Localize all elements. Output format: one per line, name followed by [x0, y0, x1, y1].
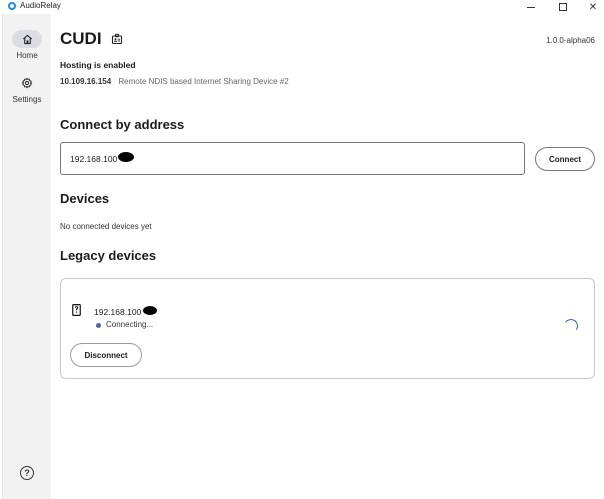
sidebar-item-home-indicator — [12, 30, 42, 48]
redaction-mark — [143, 306, 157, 315]
close-icon: ✕ — [588, 1, 598, 13]
sidebar-item-home[interactable]: Home — [3, 30, 51, 60]
redaction-mark — [118, 152, 134, 162]
gear-icon — [21, 77, 33, 89]
page-title: CUDI — [60, 29, 102, 48]
home-icon — [22, 34, 32, 44]
minimize-button[interactable] — [520, 0, 542, 14]
legacy-device-ip: 192.168.100 — [94, 307, 142, 317]
hosting-status: Hosting is enabled — [60, 60, 136, 70]
window-title: AudioRelay — [20, 1, 61, 10]
help-icon: ? — [24, 468, 30, 478]
sidebar: Home Settings ? — [3, 14, 51, 499]
network-adapter: Remote NDIS based Internet Sharing Devic… — [118, 77, 289, 86]
connect-heading: Connect by address — [60, 117, 185, 132]
minimize-icon — [527, 6, 535, 8]
sidebar-item-label: Settings — [12, 95, 42, 104]
help-button[interactable]: ? — [20, 466, 34, 480]
maximize-button[interactable] — [552, 0, 574, 14]
maximize-icon — [559, 3, 567, 11]
close-button[interactable]: ✕ — [582, 0, 604, 14]
connect-button[interactable]: Connect — [535, 147, 595, 171]
phone-icon — [72, 304, 81, 316]
loading-spinner-icon — [562, 317, 580, 335]
legacy-devices-heading: Legacy devices — [60, 248, 157, 263]
host-ip: 10.109.16.154 — [60, 77, 112, 86]
sidebar-item-settings-indicator — [12, 74, 42, 92]
id-badge-icon[interactable] — [111, 33, 123, 45]
sidebar-item-label: Home — [16, 51, 38, 60]
status-dot-icon — [96, 323, 101, 328]
devices-empty-text: No connected devices yet — [60, 222, 152, 231]
main-content: CUDI 1.0.0-alpha06 Hosting is enabled 10… — [51, 14, 604, 499]
sidebar-item-settings[interactable]: Settings — [3, 74, 51, 104]
connection-status: Connecting... — [106, 320, 154, 329]
host-address: 10.109.16.154 Remote NDIS based Internet… — [60, 77, 289, 86]
title-bar: AudioRelay ✕ — [0, 0, 604, 14]
devices-heading: Devices — [60, 191, 110, 206]
legacy-device-card: 192.168.100 Connecting... Disconnect — [60, 278, 595, 379]
app-logo-icon — [8, 2, 16, 10]
disconnect-button[interactable]: Disconnect — [70, 343, 142, 367]
version-label: 1.0.0-alpha06 — [546, 36, 595, 45]
